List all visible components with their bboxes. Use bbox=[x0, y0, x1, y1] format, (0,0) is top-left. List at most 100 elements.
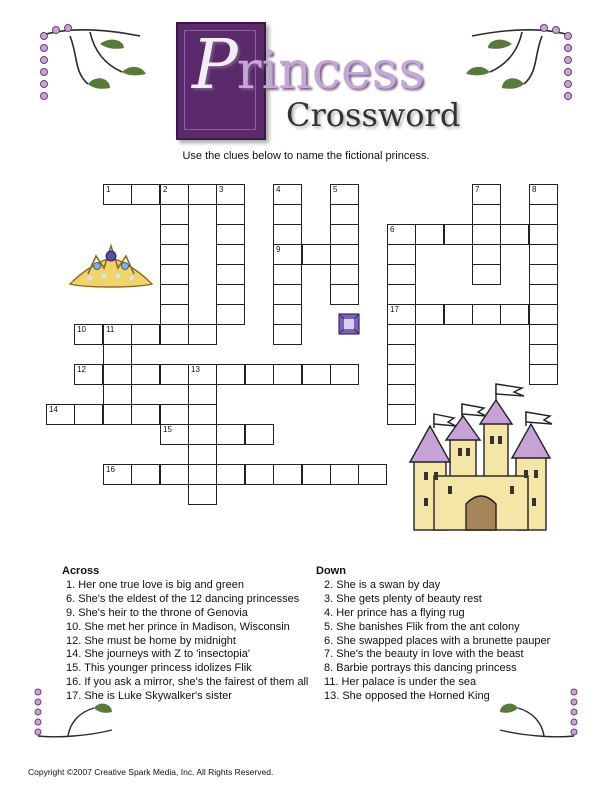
grid-cell[interactable]: 6 bbox=[387, 224, 416, 245]
grid-cell[interactable] bbox=[188, 464, 217, 485]
grid-cell[interactable] bbox=[216, 284, 245, 305]
grid-cell[interactable] bbox=[103, 364, 132, 385]
grid-cell[interactable] bbox=[500, 224, 529, 245]
grid-cell[interactable] bbox=[444, 224, 473, 245]
grid-cell[interactable]: 12 bbox=[74, 364, 103, 385]
grid-cell[interactable]: 10 bbox=[74, 324, 103, 345]
grid-cell[interactable] bbox=[444, 304, 473, 325]
grid-cell[interactable] bbox=[387, 344, 416, 365]
grid-cell[interactable] bbox=[160, 284, 189, 305]
grid-cell[interactable] bbox=[387, 284, 416, 305]
grid-cell[interactable] bbox=[302, 464, 331, 485]
grid-cell[interactable] bbox=[415, 224, 444, 245]
grid-cell[interactable] bbox=[472, 204, 501, 225]
grid-cell[interactable] bbox=[216, 424, 245, 445]
grid-cell[interactable]: 15 bbox=[160, 424, 189, 445]
grid-cell[interactable] bbox=[358, 464, 387, 485]
grid-cell[interactable]: 11 bbox=[103, 324, 132, 345]
grid-cell[interactable] bbox=[273, 324, 302, 345]
grid-cell[interactable] bbox=[188, 184, 217, 205]
grid-cell[interactable] bbox=[160, 324, 189, 345]
grid-cell[interactable] bbox=[216, 364, 245, 385]
grid-cell[interactable] bbox=[188, 424, 217, 445]
grid-cell[interactable] bbox=[273, 264, 302, 285]
grid-cell[interactable] bbox=[216, 464, 245, 485]
grid-cell[interactable] bbox=[74, 404, 103, 425]
grid-cell[interactable] bbox=[273, 304, 302, 325]
grid-cell[interactable] bbox=[330, 364, 359, 385]
grid-cell[interactable] bbox=[330, 204, 359, 225]
grid-cell[interactable] bbox=[188, 444, 217, 465]
grid-cell[interactable] bbox=[188, 324, 217, 345]
grid-cell[interactable] bbox=[188, 484, 217, 505]
grid-cell[interactable] bbox=[160, 224, 189, 245]
grid-cell[interactable] bbox=[387, 324, 416, 345]
grid-cell[interactable] bbox=[216, 264, 245, 285]
grid-cell[interactable] bbox=[131, 404, 160, 425]
grid-cell[interactable] bbox=[188, 384, 217, 405]
grid-cell[interactable] bbox=[529, 264, 558, 285]
grid-cell[interactable] bbox=[472, 244, 501, 265]
grid-cell[interactable] bbox=[188, 404, 217, 425]
grid-cell[interactable] bbox=[216, 224, 245, 245]
grid-cell[interactable] bbox=[131, 364, 160, 385]
grid-cell[interactable]: 16 bbox=[103, 464, 132, 485]
grid-cell[interactable]: 8 bbox=[529, 184, 558, 205]
grid-cell[interactable]: 7 bbox=[472, 184, 501, 205]
grid-cell[interactable] bbox=[387, 264, 416, 285]
grid-cell[interactable] bbox=[273, 204, 302, 225]
grid-cell[interactable] bbox=[415, 304, 444, 325]
grid-cell[interactable] bbox=[216, 204, 245, 225]
grid-cell[interactable]: 5 bbox=[330, 184, 359, 205]
grid-cell[interactable] bbox=[330, 224, 359, 245]
grid-cell[interactable] bbox=[103, 384, 132, 405]
grid-cell[interactable] bbox=[160, 304, 189, 325]
grid-cell[interactable] bbox=[273, 284, 302, 305]
grid-cell[interactable] bbox=[330, 284, 359, 305]
grid-cell[interactable] bbox=[245, 464, 274, 485]
grid-cell[interactable]: 13 bbox=[188, 364, 217, 385]
grid-cell[interactable]: 14 bbox=[46, 404, 75, 425]
grid-cell[interactable] bbox=[472, 304, 501, 325]
grid-cell[interactable] bbox=[160, 464, 189, 485]
grid-cell[interactable] bbox=[273, 224, 302, 245]
grid-cell[interactable] bbox=[160, 364, 189, 385]
grid-cell[interactable]: 3 bbox=[216, 184, 245, 205]
grid-cell[interactable] bbox=[472, 224, 501, 245]
grid-cell[interactable] bbox=[529, 324, 558, 345]
grid-cell[interactable]: 9 bbox=[273, 244, 302, 265]
grid-cell[interactable]: 4 bbox=[273, 184, 302, 205]
grid-cell[interactable] bbox=[160, 404, 189, 425]
grid-cell[interactable] bbox=[330, 264, 359, 285]
grid-cell[interactable] bbox=[103, 344, 132, 365]
grid-cell[interactable]: 1 bbox=[103, 184, 132, 205]
grid-cell[interactable] bbox=[216, 304, 245, 325]
grid-cell[interactable] bbox=[529, 304, 558, 325]
grid-cell[interactable] bbox=[529, 224, 558, 245]
grid-cell[interactable] bbox=[131, 324, 160, 345]
grid-cell[interactable] bbox=[245, 364, 274, 385]
grid-cell[interactable] bbox=[330, 244, 359, 265]
grid-cell[interactable] bbox=[131, 184, 160, 205]
grid-cell[interactable] bbox=[160, 264, 189, 285]
grid-cell[interactable] bbox=[330, 464, 359, 485]
grid-cell[interactable]: 17 bbox=[387, 304, 416, 325]
grid-cell[interactable] bbox=[273, 364, 302, 385]
grid-cell[interactable] bbox=[273, 464, 302, 485]
grid-cell[interactable] bbox=[387, 244, 416, 265]
grid-cell[interactable] bbox=[529, 344, 558, 365]
grid-cell[interactable] bbox=[103, 404, 132, 425]
grid-cell[interactable] bbox=[529, 284, 558, 305]
grid-cell[interactable] bbox=[160, 244, 189, 265]
grid-cell[interactable] bbox=[131, 464, 160, 485]
grid-cell[interactable]: 2 bbox=[160, 184, 189, 205]
grid-cell[interactable] bbox=[472, 264, 501, 285]
grid-cell[interactable] bbox=[216, 244, 245, 265]
grid-cell[interactable] bbox=[529, 244, 558, 265]
grid-cell[interactable] bbox=[529, 204, 558, 225]
grid-cell[interactable] bbox=[245, 424, 274, 445]
grid-cell[interactable] bbox=[160, 204, 189, 225]
grid-cell[interactable] bbox=[302, 364, 331, 385]
grid-cell[interactable] bbox=[500, 304, 529, 325]
grid-cell[interactable] bbox=[302, 244, 331, 265]
